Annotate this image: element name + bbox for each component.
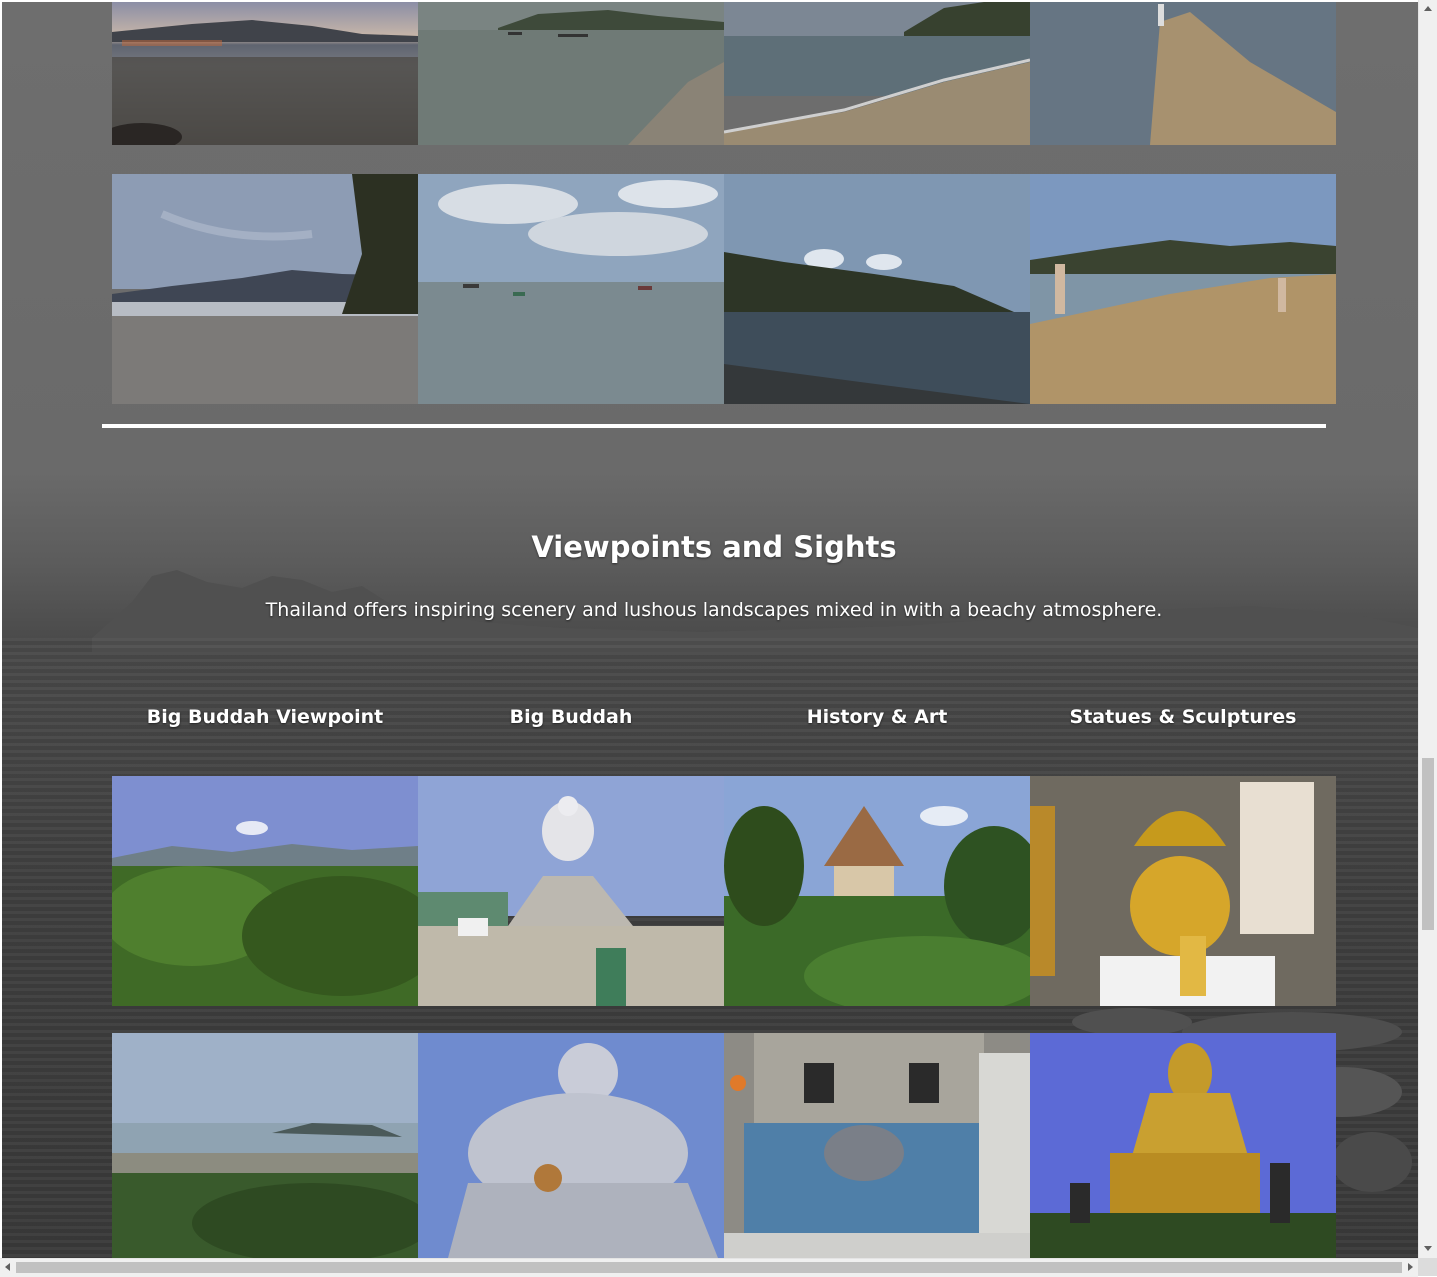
jungle-viewpoint-photo xyxy=(112,776,418,1006)
scroll-left-arrow-icon[interactable] xyxy=(5,1263,10,1271)
scroll-up-arrow-icon[interactable] xyxy=(1424,6,1432,11)
photo-tile[interactable] xyxy=(724,776,1030,1006)
photo-tile[interactable] xyxy=(418,1033,724,1258)
photo-tile[interactable] xyxy=(724,174,1030,404)
cloudy-sea-boats-photo xyxy=(418,174,724,404)
horizontal-scrollbar[interactable] xyxy=(0,1258,1418,1277)
photo-tile[interactable] xyxy=(1030,1033,1336,1258)
column-heading-history-art: History & Art xyxy=(806,706,948,728)
vertical-scrollbar-thumb[interactable] xyxy=(1422,758,1434,930)
shoreline-photo xyxy=(724,2,1030,145)
column-heading-big-buddah-viewpoint: Big Buddah Viewpoint xyxy=(146,706,384,728)
photo-tile[interactable] xyxy=(112,1033,418,1258)
page-viewport: Viewpoints and Sights Thailand offers in… xyxy=(2,2,1418,1258)
golden-buddha-statue-photo xyxy=(1030,1033,1336,1258)
temple-garden-photo xyxy=(724,776,1030,1006)
scroll-right-arrow-icon[interactable] xyxy=(1408,1263,1413,1271)
photo-tile[interactable] xyxy=(1030,174,1336,404)
bay-panorama-photo xyxy=(112,1033,418,1258)
photo-tile[interactable] xyxy=(418,776,724,1006)
photo-tile[interactable] xyxy=(724,1033,1030,1258)
sandbar-footprints-photo xyxy=(1030,2,1336,145)
big-buddha-stairs-photo xyxy=(418,776,724,1006)
beach-dusk-photo xyxy=(112,174,418,404)
section-title: Viewpoints and Sights xyxy=(531,530,897,564)
photo-tile[interactable] xyxy=(418,174,724,404)
golden-naga-buddha-photo xyxy=(1030,776,1336,1006)
section-subtitle: Thailand offers inspiring scenery and lu… xyxy=(265,599,1163,621)
photo-tile[interactable] xyxy=(112,776,418,1006)
scrollbar-corner xyxy=(1418,1258,1437,1276)
section-divider xyxy=(102,424,1326,428)
photo-tile[interactable] xyxy=(112,2,418,145)
photo-tile[interactable] xyxy=(418,2,724,145)
photo-tile[interactable] xyxy=(724,2,1030,145)
beach-sunset-photo xyxy=(112,2,418,145)
column-heading-statues-sculptures: Statues & Sculptures xyxy=(1069,706,1297,728)
sandbar-walkers-photo xyxy=(1030,174,1336,404)
vertical-scrollbar[interactable] xyxy=(1418,0,1437,1258)
big-buddha-closeup-photo xyxy=(418,1033,724,1258)
horizontal-scrollbar-thumb[interactable] xyxy=(16,1262,1402,1273)
shallow-sea-photo xyxy=(418,2,724,145)
column-heading-big-buddah: Big Buddah xyxy=(509,706,633,728)
photo-tile[interactable] xyxy=(1030,2,1336,145)
headland-water-photo xyxy=(724,174,1030,404)
sea-mural-wall-photo xyxy=(724,1033,1030,1258)
scroll-down-arrow-icon[interactable] xyxy=(1424,1246,1432,1251)
photo-tile[interactable] xyxy=(1030,776,1336,1006)
photo-tile[interactable] xyxy=(112,174,418,404)
